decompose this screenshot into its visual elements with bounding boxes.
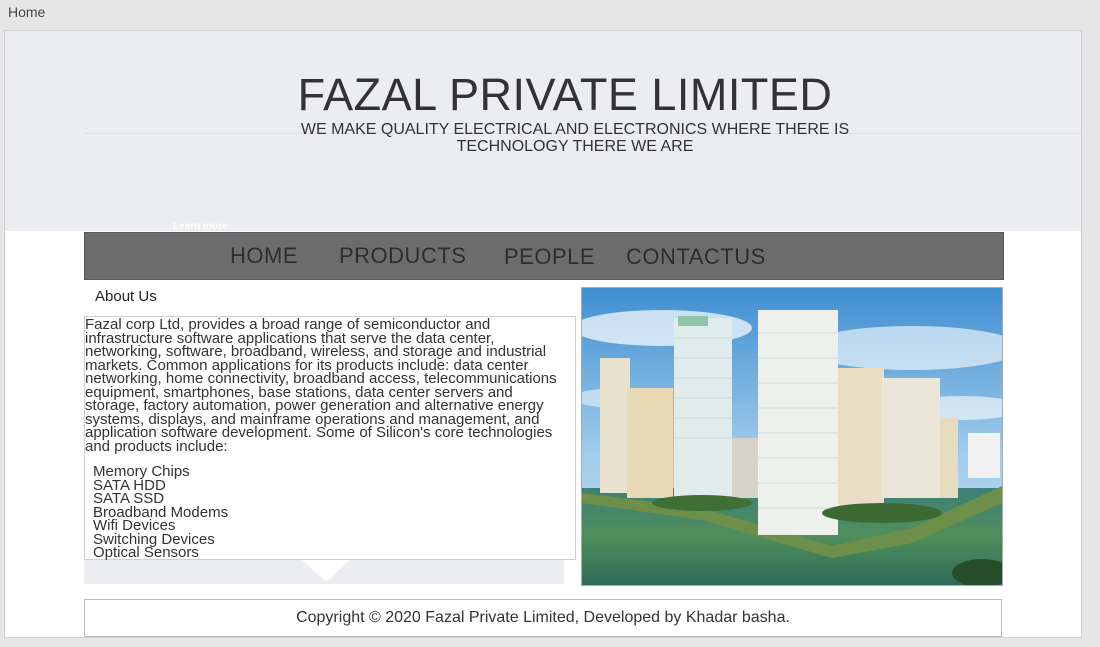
about-us-text: Fazal corp Ltd, provides a broad range o… [85,316,557,455]
product-item: Optical Sensors [93,544,199,561]
tab-notch [300,558,352,582]
about-us-content: Fazal corp Ltd, provides a broad range o… [84,316,576,560]
main-nav: HOME PRODUCTS PEOPLE CONTACTUS [84,232,1004,280]
copyright-text: Copyright © 2020 Fazal Private Limited, … [296,609,790,626]
hero-banner: FAZAL PRIVATE LIMITED WE MAKE QUALITY EL… [5,31,1081,232]
learn-more-link[interactable]: Learn more [173,221,227,232]
home-tab-label[interactable]: Home [8,4,45,20]
about-tab-strip [84,558,564,584]
page-frame: FAZAL PRIVATE LIMITED WE MAKE QUALITY EL… [4,30,1082,638]
nav-products[interactable]: PRODUCTS [339,243,466,269]
nav-people[interactable]: PEOPLE [504,244,595,270]
product-list: Memory Chips SATA HDD SATA SSD Broadband… [93,464,228,561]
about-us-heading: About Us [95,288,157,305]
company-tagline: WE MAKE QUALITY ELECTRICAL AND ELECTRONI… [300,121,850,155]
nav-contactus[interactable]: CONTACTUS [626,244,766,270]
city-skyline-image [581,287,1003,586]
footer: Copyright © 2020 Fazal Private Limited, … [84,599,1002,637]
nav-home[interactable]: HOME [230,243,298,269]
company-title: FAZAL PRIVATE LIMITED [297,69,833,120]
